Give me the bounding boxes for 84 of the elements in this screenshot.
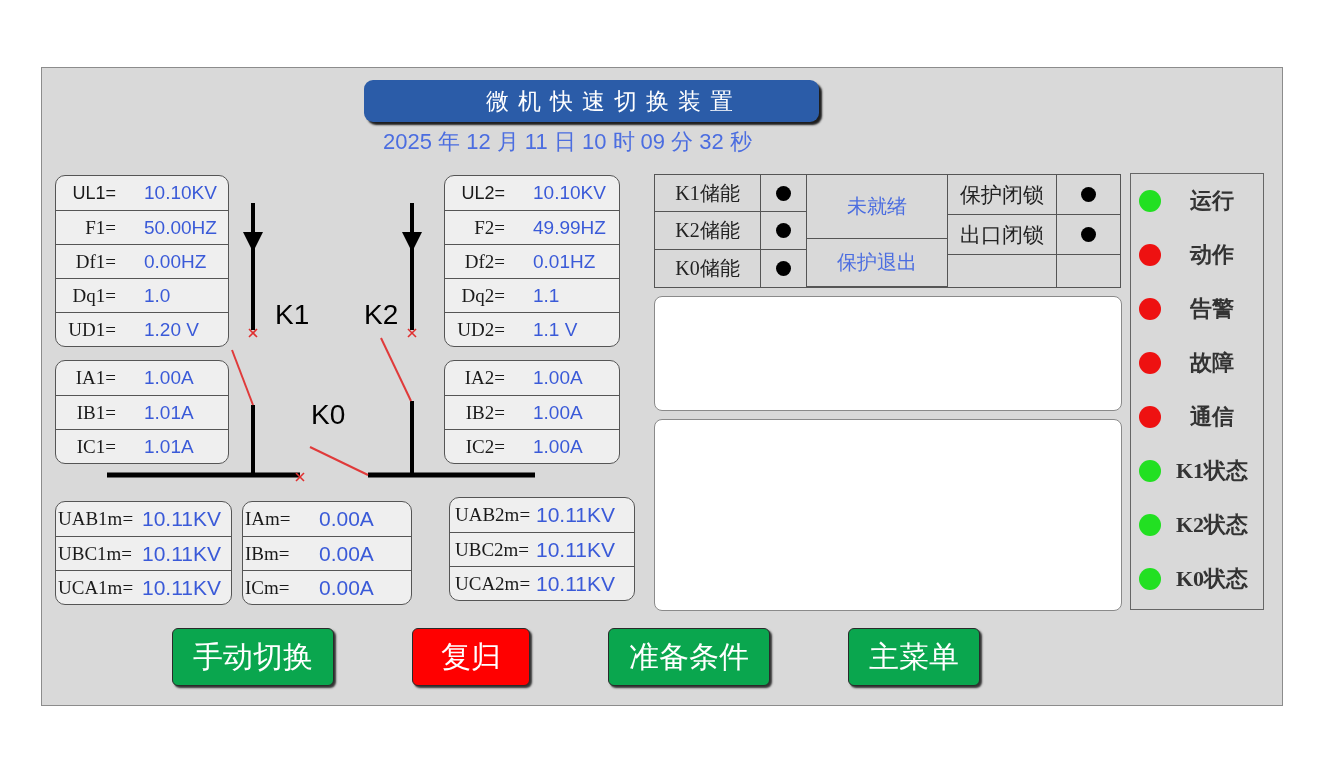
cross-mark-icon	[407, 328, 417, 338]
measurement-label: IA2=	[464, 367, 505, 389]
connector-line	[410, 401, 414, 473]
storage-label: K1储能	[675, 180, 740, 206]
cross-mark-icon	[295, 472, 305, 482]
measurement-label: Df2=	[464, 250, 505, 273]
indicator-dot-icon	[1081, 227, 1096, 242]
measurement-label: UAB2m=	[454, 504, 531, 526]
datetime-text: 2025 年 12 月 11 日 10 时 09 分 32 秒	[383, 130, 752, 154]
indicator-label: K1状态	[1174, 457, 1250, 485]
indicator-dot-icon	[776, 185, 791, 201]
measurement-label: UD1=	[68, 318, 116, 341]
indicator-label: 通信	[1189, 403, 1235, 431]
cross-mark-icon	[248, 328, 258, 338]
measurement-label: UD2=	[457, 318, 505, 341]
measurement-label: Df1=	[75, 250, 116, 273]
measurement-value: 0.00HZ	[144, 250, 207, 273]
measurement-label: Dq2=	[461, 284, 505, 307]
measurement-value: 10.11KV	[536, 503, 615, 527]
indicator-dot-icon	[776, 223, 791, 238]
measurement-value: 10.10KV	[144, 182, 217, 204]
measurement-value: 1.00A	[533, 367, 583, 389]
measurement-label: UAB1m=	[57, 508, 134, 530]
lock-label: 出口闭锁	[960, 221, 1044, 249]
measurement-value: 1.1 V	[533, 318, 578, 341]
measurement-label: UL2=	[461, 182, 505, 204]
measurement-value: 10.11KV	[536, 571, 615, 596]
indicator-label: 告警	[1189, 295, 1235, 323]
measurement-label: IC2=	[465, 435, 505, 458]
measurement-value: 1.00A	[533, 401, 583, 424]
measurement-value: 0.00A	[319, 541, 374, 566]
indicator-dot-icon	[1081, 187, 1096, 202]
measurement-label: IAm=	[244, 508, 291, 530]
measurement-value: 10.10KV	[533, 182, 606, 204]
measurement-value: 1.1	[533, 284, 560, 307]
measurement-label: UL1=	[72, 182, 116, 204]
action-button[interactable]: 复归	[412, 628, 530, 686]
measurement-value: 1.01A	[144, 435, 194, 458]
measurement-label: UCA2m=	[454, 572, 531, 595]
measurement-label: IA1=	[75, 367, 116, 389]
measurement-value: 10.11KV	[536, 537, 615, 562]
action-button[interactable]: 准备条件	[608, 628, 770, 686]
status-text: 未就绪	[847, 194, 907, 219]
indicator-label: 运行	[1189, 187, 1235, 215]
action-button[interactable]: 手动切换	[172, 628, 334, 686]
indicator-dot-icon	[776, 261, 791, 276]
measurement-value: 0.01HZ	[533, 250, 596, 273]
indicator-label: K2状态	[1174, 511, 1250, 539]
storage-label: K0储能	[675, 256, 740, 281]
action-button[interactable]: 主菜单	[848, 628, 980, 686]
connector-line	[251, 405, 255, 473]
measurement-value: 1.0	[144, 284, 171, 307]
measurement-value: 0.00A	[319, 507, 374, 531]
measurement-value: 10.11KV	[142, 575, 221, 600]
measurement-value: 49.99HZ	[533, 216, 606, 239]
measurement-value: 10.11KV	[142, 541, 221, 566]
switch-label: K1	[275, 299, 310, 330]
measurement-label: IB1=	[76, 401, 116, 424]
measurement-value: 1.00A	[533, 435, 583, 458]
title-banner: 微机快速切换装置	[364, 80, 819, 122]
measurement-label: UBC2m=	[454, 538, 530, 561]
measurement-label: IBm=	[244, 542, 290, 565]
indicator-label: 动作	[1188, 241, 1235, 269]
status-text: 保护退出	[837, 250, 917, 275]
indicator-label: K0状态	[1174, 565, 1250, 593]
measurement-value: 1.20 V	[144, 318, 199, 341]
switch-label: K0	[311, 399, 346, 430]
measurement-label: IB2=	[465, 401, 505, 424]
measurement-label: UCA1m=	[57, 576, 134, 599]
measurement-label: F2=	[474, 216, 505, 239]
measurement-label: IC1=	[76, 435, 116, 458]
measurement-value: 1.01A	[144, 401, 194, 424]
storage-label: K2储能	[675, 218, 740, 243]
measurement-value: 0.00A	[319, 575, 374, 600]
measurement-label: F1=	[85, 216, 116, 239]
measurement-value: 10.11KV	[142, 507, 221, 531]
measurement-label: Dq1=	[72, 284, 116, 307]
measurement-value: 50.00HZ	[144, 216, 217, 239]
lock-label: 保护闭锁	[960, 181, 1044, 209]
switch-label: K2	[364, 299, 399, 330]
measurement-label: UBC1m=	[57, 542, 133, 565]
measurement-label: ICm=	[244, 576, 290, 599]
measurement-value: 1.00A	[144, 367, 194, 389]
indicator-label: 故障	[1188, 349, 1235, 377]
